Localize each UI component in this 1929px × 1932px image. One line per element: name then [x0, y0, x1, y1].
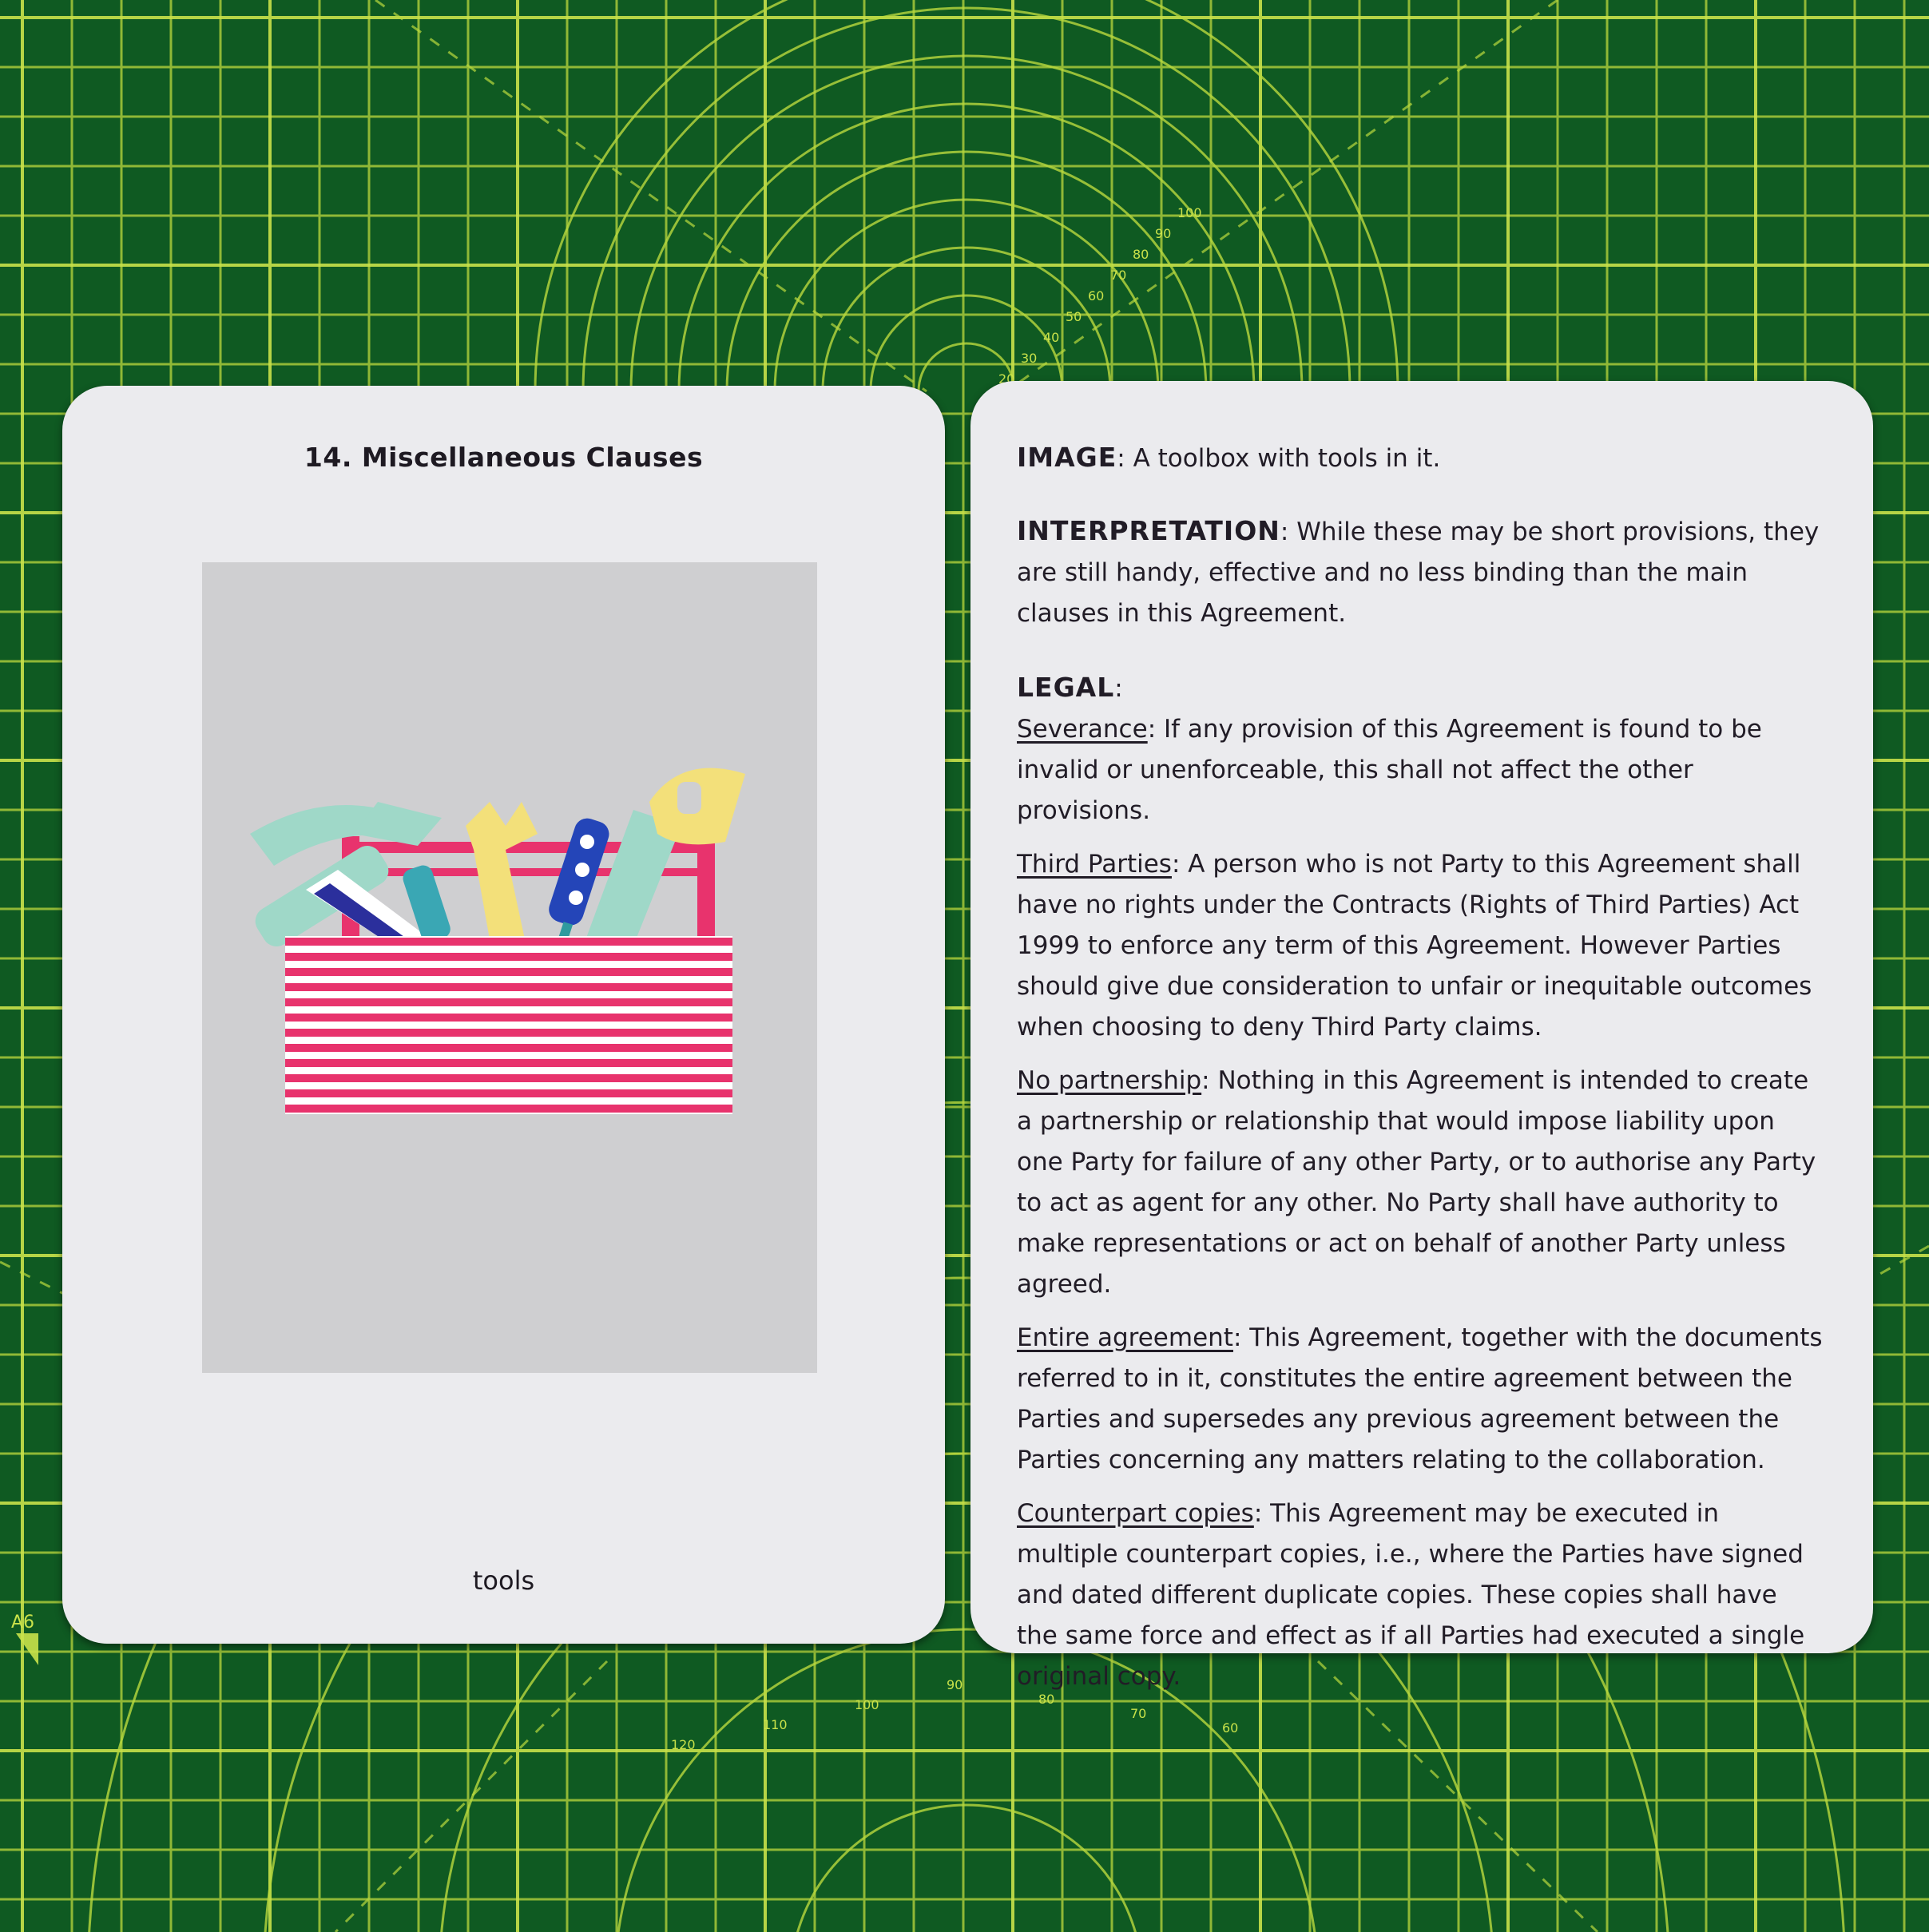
clause-text: : A person who is not Party to this Agre…: [1017, 850, 1812, 1041]
interpretation-label: INTERPRETATION: [1017, 515, 1280, 546]
card-title: 14. Miscellaneous Clauses: [304, 442, 704, 473]
scale-label: 80: [1133, 247, 1149, 262]
clause-title: Third Parties: [1017, 850, 1172, 879]
scale-label: 110: [763, 1717, 788, 1732]
scale-label: 70: [1110, 268, 1126, 283]
image-text: : A toolbox with tools in it.: [1117, 444, 1441, 473]
card-caption: tools: [472, 1565, 535, 1596]
scale-label: 60: [1088, 288, 1104, 303]
legal-label: LEGAL: [1017, 672, 1115, 703]
mat-label: A6: [11, 1613, 34, 1632]
scale-label: 90: [947, 1677, 963, 1692]
clause-counterpart-copies: Counterpart copies: This Agreement may b…: [1017, 1494, 1824, 1697]
clause-entire-agreement: Entire agreement: This Agreement, togeth…: [1017, 1318, 1824, 1481]
clause-title: Counterpart copies: [1017, 1499, 1254, 1528]
clause-no-partnership: No partnership: Nothing in this Agreemen…: [1017, 1061, 1824, 1305]
interpretation-section: INTERPRETATION: While these may be short…: [1017, 510, 1824, 634]
toolbox-illustration: [202, 562, 817, 1373]
back-card: IMAGE: A toolbox with tools in it. INTER…: [970, 381, 1873, 1691]
legal-heading: LEGAL:: [1017, 672, 1123, 703]
card-text: IMAGE: A toolbox with tools in it. INTER…: [1017, 437, 1824, 1710]
clause-severance: Severance: If any provision of this Agre…: [1017, 709, 1824, 831]
scale-label: 30: [1021, 351, 1037, 366]
scale-label: 50: [1066, 309, 1082, 324]
scale-label: 60: [1222, 1720, 1238, 1736]
clause-text: : Nothing in this Agreement is intended …: [1017, 1066, 1816, 1299]
scale-label: 100: [1177, 205, 1202, 220]
scale-label: 40: [1043, 330, 1059, 345]
image-section: IMAGE: A toolbox with tools in it.: [1017, 437, 1824, 479]
scale-label: 120: [671, 1737, 696, 1752]
image-label: IMAGE: [1017, 442, 1117, 473]
front-card: 14. Miscellaneous Clauses tools: [62, 386, 945, 1644]
scale-label: 100: [855, 1697, 879, 1712]
toolbox-icon: [285, 936, 732, 1114]
clause-title: No partnership: [1017, 1066, 1202, 1095]
clause-title: Entire agreement: [1017, 1323, 1233, 1352]
clause-text: : This Agreement may be executed in mult…: [1017, 1499, 1805, 1691]
clause-third-parties: Third Parties: A person who is not Party…: [1017, 844, 1824, 1048]
clause-title: Severance: [1017, 715, 1148, 744]
scale-label: 90: [1155, 226, 1171, 241]
